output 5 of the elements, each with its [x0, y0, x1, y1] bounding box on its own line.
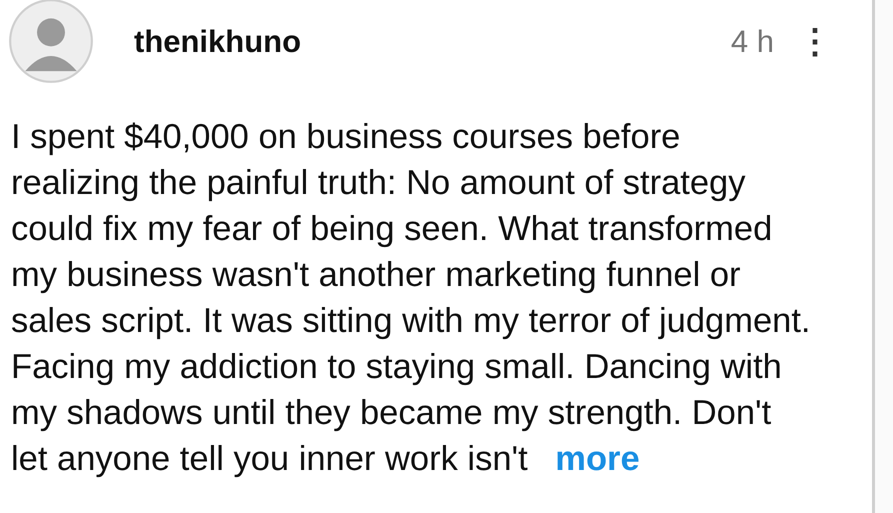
username[interactable]: thenikhuno [134, 24, 302, 60]
avatar-icon[interactable] [8, 0, 94, 84]
post-text: I spent $40,000 on business courses before realizing the painful truth: No amount of strategy could fix my fear of being seen. What transformed my business wasn't another marketing funnel or sales script. It was sitting with my terror of judgment. Facing my addiction to staying small. Dancing with my shadows until they became my strength. Don't let anyone tell you inner work isn't more [11, 117, 811, 480]
more-options-button[interactable]: ⋮ [792, 25, 838, 59]
post-time: 4 h [730, 24, 774, 60]
